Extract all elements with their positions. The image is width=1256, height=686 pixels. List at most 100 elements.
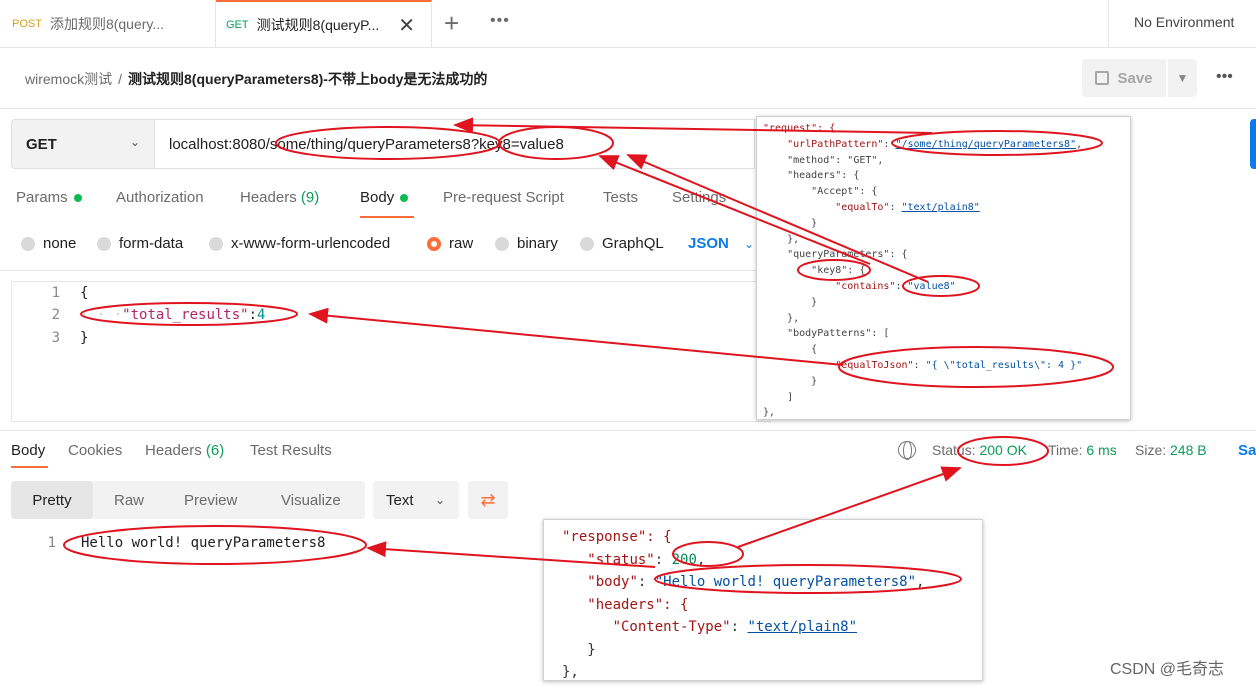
json-key: "total_results" [122,307,249,323]
save-response-button[interactable]: Sa [1238,442,1256,459]
divider [0,430,1256,431]
tab-method: GET [226,19,249,31]
chevron-down-icon: ⌄ [434,493,445,507]
watermark: CSDN @毛奇志 [1110,661,1225,678]
tab-label: Body [360,189,395,206]
radio-circle [580,236,594,251]
time-label: Time: [1048,442,1083,458]
chevron-down-icon[interactable]: ▼ [1168,59,1197,97]
tab-test-results[interactable]: Test Results [250,442,332,459]
wrap-lines-icon[interactable]: ⇄ [468,481,508,519]
radio-form-data[interactable]: form-data [97,235,183,252]
status-readout[interactable]: Status: 200 OK [932,442,1027,458]
size-value: 248 B [1170,442,1207,458]
tab-headers[interactable]: Headers (9) [240,189,319,206]
format-label: Text [386,491,414,509]
globe-icon[interactable] [898,441,916,460]
close-icon[interactable]: ✕ [398,13,415,38]
breadcrumb-collection[interactable]: wiremock测试 [25,71,112,87]
save-label: Save [1117,69,1153,87]
radio-label: form-data [119,235,184,252]
size-label: Size: [1135,442,1167,458]
tab-response-body[interactable]: Body [11,442,45,459]
radio-urlencoded[interactable]: x-www-form-urlencoded [209,235,390,252]
time-value: 6 ms [1086,442,1117,458]
tab-authorization[interactable]: Authorization [116,189,204,206]
method-select[interactable]: GET ⌄ [11,119,155,169]
radio-label: none [43,235,77,252]
request-name[interactable]: 测试规则8(queryParameters8)-不带上body是无法成功的 [128,71,487,87]
radio-label: raw [449,235,474,252]
status-label: Status: [932,442,976,458]
radio-none[interactable]: none [21,235,76,252]
count-badge: (6) [205,442,225,459]
count-badge: (9) [300,189,320,206]
divider [0,270,760,271]
chevron-down-icon: ⌄ [129,135,140,149]
request-mapping-snippet: "request": { "urlPathPattern": "/some/th… [756,116,1131,420]
tab-tests[interactable]: Tests [603,189,638,206]
view-pretty[interactable]: Pretty [11,481,93,519]
active-dot [73,194,82,203]
body-editor[interactable] [11,281,771,422]
tab-params[interactable]: Params [16,189,82,206]
status-value: 200 OK [979,442,1027,458]
radio-raw[interactable]: raw [427,235,473,252]
response-format-select[interactable]: Text ⌄ [373,481,459,519]
tab-prerequest-script[interactable]: Pre-request Script [443,189,564,206]
code-line: · · ·"total_results":4 [80,307,265,323]
tab-label: Headers [145,442,202,459]
view-preview[interactable]: Preview [184,481,237,519]
save-icon [1095,71,1110,85]
line-number: 2 [51,307,60,323]
more-icon[interactable]: ••• [1216,68,1233,86]
response-body-text: Hello world! queryParameters8 [81,535,326,551]
size-readout[interactable]: Size: 248 B [1135,442,1207,458]
body-format-select[interactable]: JSON [688,235,729,252]
tab-title: 添加规则8(query... [49,16,165,32]
tab-body[interactable]: Body [360,189,409,206]
more-icon[interactable]: ••• [490,12,510,30]
breadcrumb-separator: / [118,71,123,87]
tab-label: Headers [240,189,297,206]
tab-settings[interactable]: Settings [672,189,726,206]
radio-label: GraphQL [602,235,664,252]
code-brace-close: } [80,330,89,346]
tab-cookies[interactable]: Cookies [68,442,122,459]
tab-title: 测试规则8(queryP... [256,17,380,33]
radio-binary[interactable]: binary [495,235,558,252]
chevron-down-icon[interactable]: ⌄ [744,237,754,251]
breadcrumb: wiremock测试 / 测试规则8(queryParameters8)-不带上bo… [25,69,487,89]
send-button[interactable] [1250,119,1256,169]
radio-circle-selected [427,236,441,251]
plus-icon[interactable]: + [444,8,459,39]
code-brace-open: { [80,285,89,301]
time-readout[interactable]: Time: 6 ms [1048,442,1117,458]
view-raw[interactable]: Raw [114,481,144,519]
radio-graphql[interactable]: GraphQL [580,235,664,252]
radio-circle [97,236,111,251]
radio-label: binary [517,235,558,252]
method-label: GET [26,135,57,153]
radio-circle [209,236,223,251]
radio-label: x-www-form-urlencoded [231,235,391,252]
json-colon: : [248,307,258,323]
url-input[interactable]: localhost:8080/some/thing/queryParameter… [155,119,755,169]
json-value: 4 [257,307,266,323]
divider [1108,0,1109,48]
save-button[interactable]: Save [1082,59,1166,97]
response-mapping-snippet: "response": { "status": 200, "body": "He… [543,519,983,681]
view-visualize[interactable]: Visualize [281,481,341,519]
indent-guide: · · · [80,307,123,323]
request-tab-post[interactable]: POST 添加规则8(query... [0,0,216,48]
divider [0,108,1256,109]
tab-label: Params [16,189,68,206]
active-dot [400,194,409,203]
line-number: 3 [51,330,60,346]
code-block: "request": { "urlPathPattern": "/some/th… [763,123,1083,419]
request-tab-get[interactable]: GET 测试规则8(queryP... ✕ [216,0,432,48]
tab-response-headers[interactable]: Headers (6) [145,442,224,459]
environment-select[interactable]: No Environment [1134,14,1234,30]
radio-circle [495,236,509,251]
line-number: 1 [51,285,60,301]
